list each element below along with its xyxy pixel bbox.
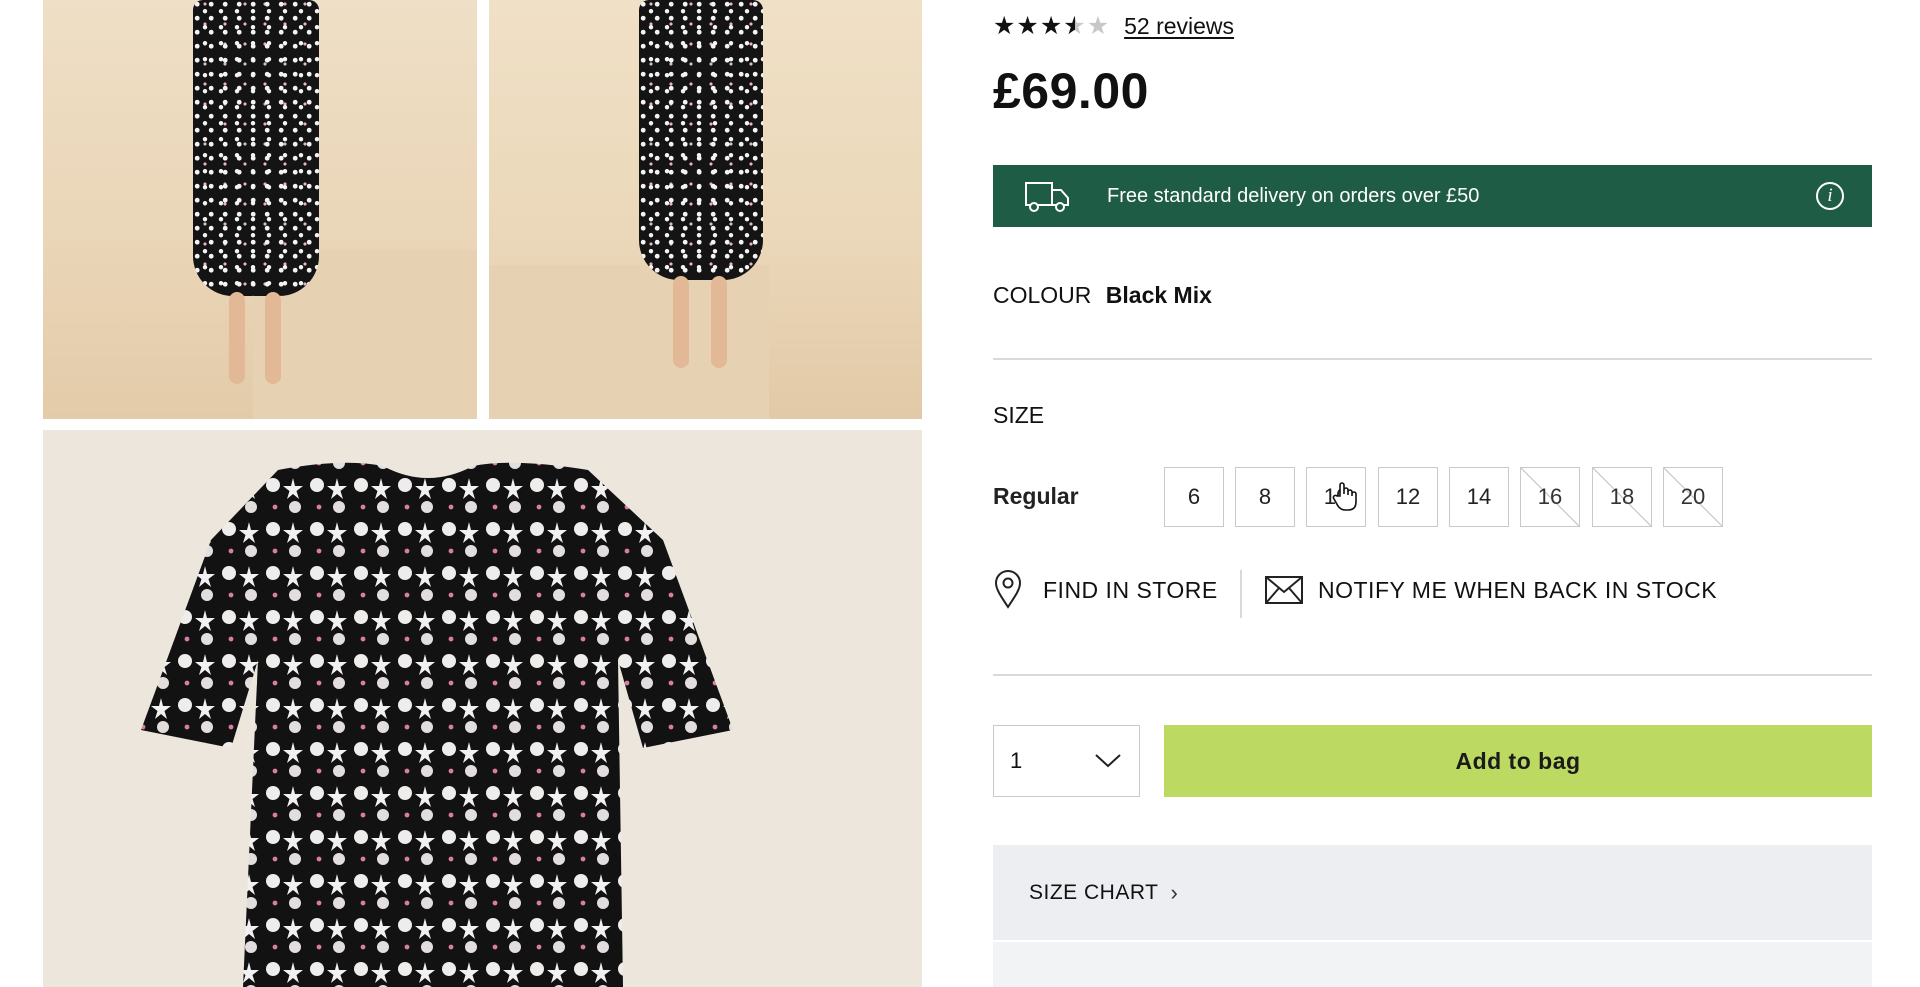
product-rating: ★ ★ ★ ★ ★ 52 reviews [993, 12, 1234, 40]
delivery-truck-icon [1025, 182, 1069, 212]
star-icon: ★ [1039, 12, 1064, 40]
star-icon: ★ [993, 12, 1017, 40]
product-price: £69.00 [993, 63, 1149, 119]
action-separator [1240, 570, 1242, 618]
delivery-banner: Free standard delivery on orders over £5… [993, 165, 1872, 227]
find-in-store-link[interactable]: FIND IN STORE [993, 570, 1218, 610]
colour-label: COLOUR [993, 282, 1092, 308]
size-option-16[interactable]: 16 [1520, 467, 1580, 527]
envelope-icon [1265, 576, 1303, 604]
delivery-text: Free standard delivery on orders over £5… [1107, 184, 1480, 207]
size-option-6[interactable]: 6 [1164, 467, 1224, 527]
quantity-value: 1 [1010, 748, 1023, 773]
chevron-down-icon [1095, 754, 1121, 768]
star-empty-icon: ★ [1086, 12, 1111, 40]
quantity-select[interactable]: 1 [993, 725, 1140, 797]
divider [993, 358, 1872, 360]
star-icon: ★ [1016, 12, 1040, 40]
info-icon[interactable]: i [1816, 182, 1844, 210]
rating-stars: ★ ★ ★ ★ ★ [993, 12, 1110, 40]
size-option-14[interactable]: 14 [1449, 467, 1509, 527]
next-accordion-panel[interactable] [993, 942, 1872, 987]
reviews-link[interactable]: 52 reviews [1124, 13, 1234, 40]
location-pin-icon [994, 570, 1022, 609]
size-chart-label: SIZE CHART [1029, 880, 1159, 904]
product-image-front[interactable] [43, 0, 477, 419]
size-option-20[interactable]: 20 [1663, 467, 1723, 527]
hand-cursor-icon [1332, 482, 1357, 511]
colour-row: COLOUR Black Mix [993, 282, 1212, 309]
star-half-icon: ★ [1063, 12, 1087, 40]
size-option-8[interactable]: 8 [1235, 467, 1295, 527]
size-option-18[interactable]: 18 [1592, 467, 1652, 527]
colour-value: Black Mix [1105, 282, 1212, 308]
dress-illustration [141, 462, 733, 987]
product-image-back[interactable] [489, 0, 922, 419]
add-to-bag-button[interactable]: Add to bag [1164, 725, 1872, 797]
notify-back-in-stock-link[interactable]: NOTIFY ME WHEN BACK IN STOCK [1264, 574, 1717, 606]
size-option-12[interactable]: 12 [1378, 467, 1438, 527]
find-in-store-label: FIND IN STORE [1043, 576, 1218, 603]
divider [993, 674, 1872, 676]
size-heading: SIZE [993, 402, 1045, 428]
chevron-right-icon: › [1170, 879, 1179, 905]
product-image-flat[interactable] [43, 430, 922, 987]
size-fit-label: Regular [993, 483, 1079, 509]
notify-label: NOTIFY ME WHEN BACK IN STOCK [1318, 576, 1718, 603]
size-chart-accordion[interactable]: SIZE CHART › [993, 845, 1872, 940]
